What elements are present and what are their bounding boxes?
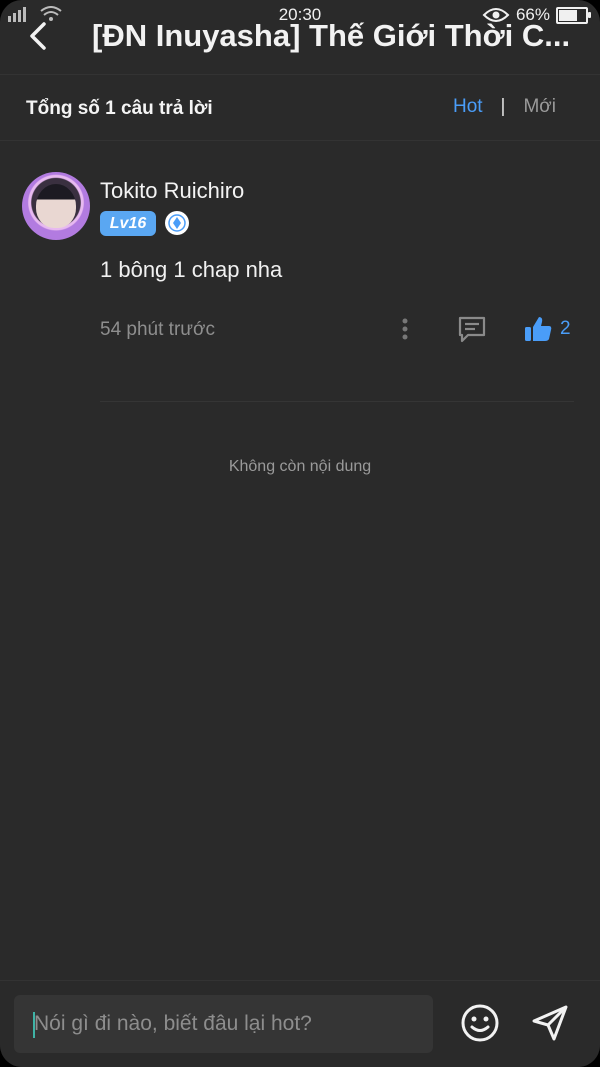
battery-percent: 66%	[515, 5, 550, 24]
username[interactable]: Tokito Ruichiro	[100, 178, 244, 204]
battery-fill	[559, 9, 578, 21]
status-right: 66%	[482, 5, 591, 25]
tab-new[interactable]: Mới	[523, 96, 556, 118]
answer-count: Tổng số 1 câu trả lời	[26, 98, 213, 119]
eye-icon	[482, 8, 510, 22]
like-button[interactable]: 2	[524, 313, 580, 345]
send-icon[interactable]	[530, 1003, 570, 1043]
avatar-face	[36, 184, 76, 228]
avatar[interactable]	[22, 172, 90, 240]
tab-hot[interactable]: Hot	[453, 96, 483, 118]
status-bar: 20:30 66%	[0, 0, 600, 30]
emoji-icon[interactable]	[460, 1003, 500, 1043]
verified-badge	[165, 211, 189, 235]
battery-icon	[556, 6, 591, 24]
tab-separator: |	[500, 96, 506, 117]
text-cursor	[33, 1012, 35, 1038]
answer-time: 54 phút trước	[100, 319, 215, 340]
more-options-icon[interactable]	[394, 314, 416, 344]
divider	[100, 401, 574, 402]
sort-bar: Tổng số 1 câu trả lời Hot | Mới	[0, 74, 600, 141]
answer-text: 1 bông 1 chap nha	[100, 257, 283, 282]
end-of-content-label: Không còn nội dung	[228, 458, 372, 475]
thumbs-up-icon	[525, 317, 552, 341]
comment-icon[interactable]	[456, 314, 488, 344]
diamond-icon	[168, 214, 186, 232]
level-badge: Lv16	[100, 211, 156, 236]
screen: [ĐN Inuyasha] Thế Giới Thời C... 20:30 6…	[0, 0, 600, 1067]
sort-tabs: Hot | Mới	[453, 96, 556, 118]
like-count: 2	[560, 318, 571, 339]
comment-input[interactable]	[14, 995, 433, 1053]
composer-bar	[0, 980, 600, 1067]
